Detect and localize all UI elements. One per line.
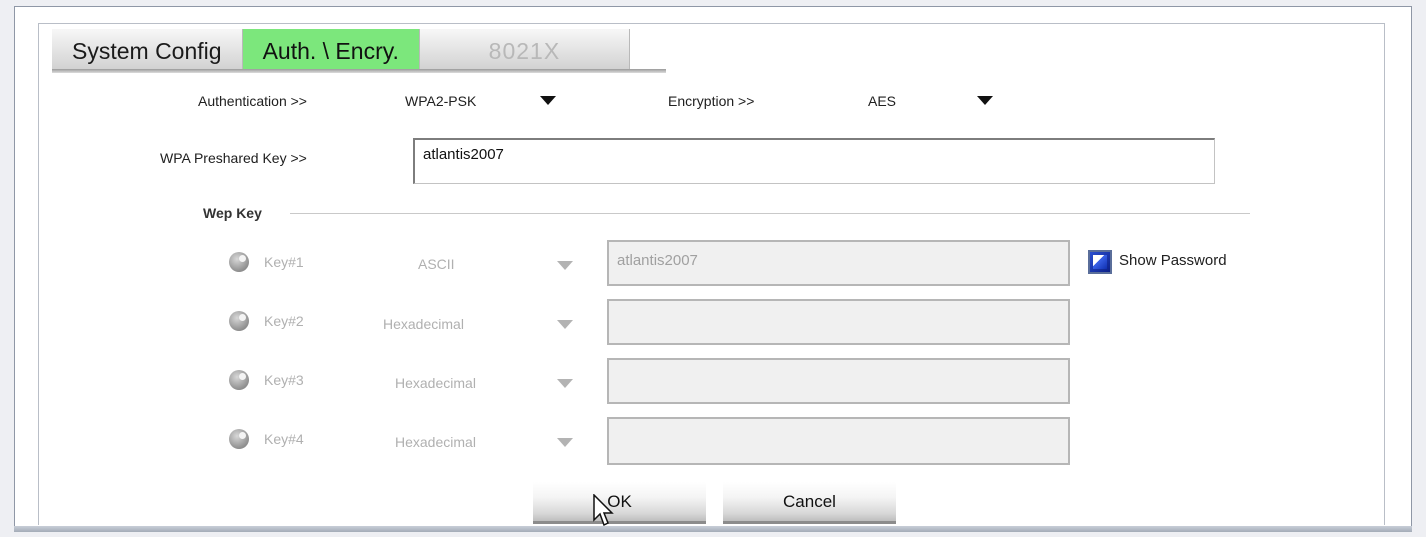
key3-dropdown-icon [557,379,573,388]
tab-bar-shadow [52,69,666,73]
key1-label: Key#1 [264,254,304,270]
authentication-select[interactable]: WPA2-PSK [405,93,476,109]
show-password-checkbox[interactable] [1088,250,1112,274]
key1-input: atlantis2007 [607,240,1070,286]
key3-input [607,358,1070,404]
key3-label: Key#3 [264,372,304,388]
key4-label: Key#4 [264,431,304,447]
encryption-label: Encryption >> [668,93,755,109]
encryption-dropdown-icon[interactable] [977,96,993,105]
wep-key-title: Wep Key [203,205,262,221]
key4-input [607,417,1070,465]
key3-radio [229,370,249,390]
key2-dropdown-icon [557,320,573,329]
key1-radio [229,252,249,272]
key2-radio [229,311,249,331]
key2-label: Key#2 [264,313,304,329]
psk-label: WPA Preshared Key >> [160,150,307,166]
key3-format-select: Hexadecimal [395,375,476,391]
show-password-label[interactable]: Show Password [1119,252,1227,269]
key4-format-select: Hexadecimal [395,434,476,450]
encryption-select[interactable]: AES [868,93,896,109]
tab-system-config[interactable]: System Config [52,29,243,69]
mouse-pointer-icon [593,494,614,527]
tab-8021x: 8021X [419,29,630,69]
tab-bar: System Config Auth. \ Encry. 8021X [52,29,630,69]
key2-format-select: Hexadecimal [383,316,464,332]
key4-dropdown-icon [557,438,573,447]
authentication-label: Authentication >> [198,93,307,109]
key2-input [607,299,1070,345]
key1-format-select: ASCII [418,256,455,272]
cancel-button[interactable]: Cancel [723,482,896,524]
wep-key-divider [290,213,1250,214]
key4-radio [229,429,249,449]
tab-auth-encry[interactable]: Auth. \ Encry. [242,29,420,69]
checkbox-check-icon [1093,255,1107,269]
psk-input[interactable]: atlantis2007 [413,138,1215,184]
dialog-frame-bottom [14,526,1412,532]
key1-dropdown-icon [557,261,573,270]
authentication-dropdown-icon[interactable] [540,96,556,105]
ok-button[interactable]: OK [533,482,706,524]
